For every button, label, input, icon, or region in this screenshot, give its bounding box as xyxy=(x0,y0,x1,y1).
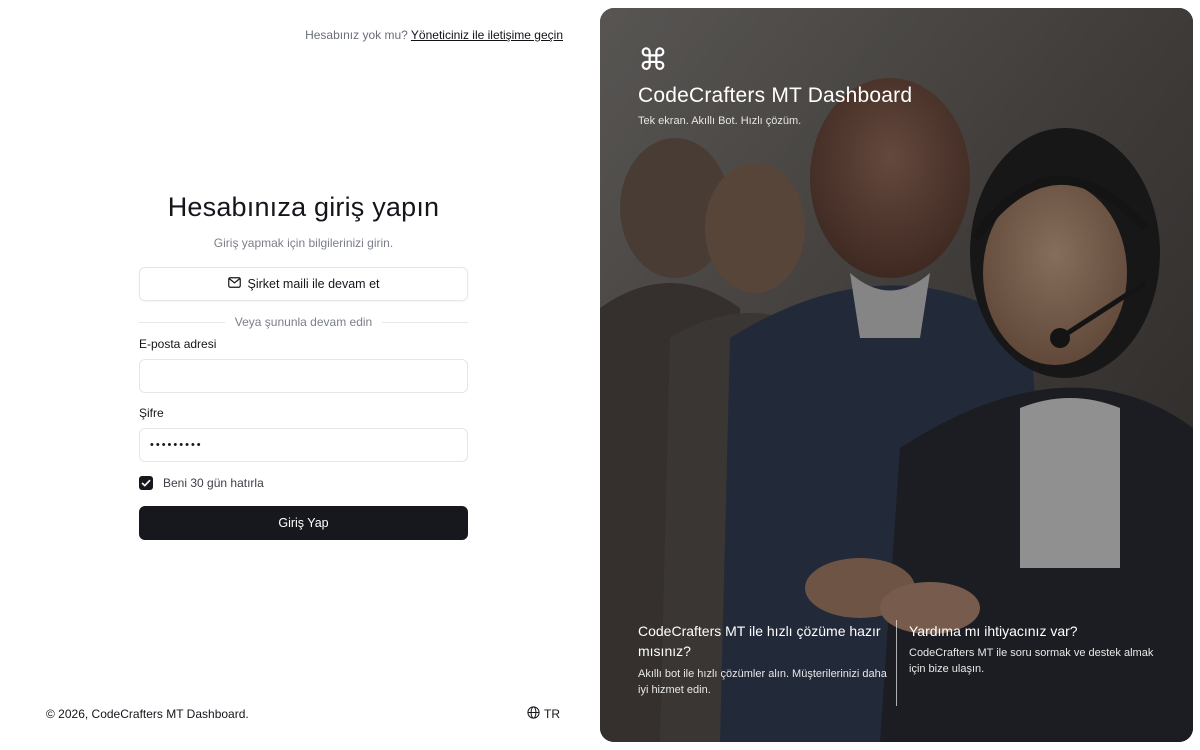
login-button[interactable]: Giriş Yap xyxy=(139,506,468,540)
signup-prompt: Hesabınız yok mu? Yöneticiniz ile iletiş… xyxy=(305,28,563,42)
password-value: ••••••••• xyxy=(150,439,203,451)
copyright-text: © 2026, CodeCrafters MT Dashboard. xyxy=(46,707,249,721)
check-icon xyxy=(141,479,151,487)
password-label: Şifre xyxy=(139,406,164,420)
remember-label: Beni 30 gün hatırla xyxy=(163,476,264,490)
page-subtitle: Giriş yapmak için bilgilerinizi girin. xyxy=(213,236,394,250)
page-title: Hesabınıza giriş yapın xyxy=(167,192,440,222)
cta-description: Akıllı bot ile hızlı çözümler alın. Müşt… xyxy=(638,668,887,696)
divider-line xyxy=(139,321,225,323)
language-label: TR xyxy=(544,707,560,721)
divider-text: Veya şununla devam edin xyxy=(234,315,373,329)
hero-brand: ⌘ CodeCrafters MT Dashboard Tek ekran. A… xyxy=(638,43,913,128)
remember-me: Beni 30 gün hatırla xyxy=(139,476,468,490)
command-icon: ⌘ xyxy=(638,43,668,78)
login-form: Hesabınıza giriş yapın Giriş yapmak için… xyxy=(139,192,468,540)
cta-block: CodeCrafters MT ile hızlı çözüme hazır m… xyxy=(638,621,888,698)
mail-icon xyxy=(227,277,241,291)
vertical-divider xyxy=(896,620,897,706)
login-panel: Hesabınız yok mu? Yöneticiniz ile iletiş… xyxy=(0,0,600,750)
or-divider: Veya şununla devam edin xyxy=(139,315,468,329)
company-mail-button[interactable]: Şirket maili ile devam et xyxy=(139,267,468,301)
remember-checkbox[interactable] xyxy=(139,476,153,490)
brand-tagline: Tek ekran. Akıllı Bot. Hızlı çözüm. xyxy=(638,115,802,127)
email-label: E-posta adresi xyxy=(139,337,217,351)
globe-icon xyxy=(527,706,540,722)
hero-panel: ⌘ CodeCrafters MT Dashboard Tek ekran. A… xyxy=(600,8,1193,742)
language-selector[interactable]: TR xyxy=(527,706,560,722)
divider-line xyxy=(382,321,468,323)
password-field[interactable]: ••••••••• xyxy=(139,428,468,462)
no-account-text: Hesabınız yok mu? xyxy=(305,28,408,42)
help-title: Yardıma mı ihtiyacınız var? xyxy=(909,623,1078,639)
help-description: CodeCrafters MT ile soru sormak ve deste… xyxy=(909,647,1154,675)
cta-title: CodeCrafters MT ile hızlı çözüme hazır m… xyxy=(638,623,881,659)
brand-name: CodeCrafters MT Dashboard xyxy=(638,84,913,107)
contact-admin-link[interactable]: Yöneticiniz ile iletişime geçin xyxy=(411,28,563,42)
company-mail-button-label: Şirket maili ile devam et xyxy=(247,277,380,291)
email-field[interactable] xyxy=(139,359,468,393)
help-block: Yardıma mı ihtiyacınız var? CodeCrafters… xyxy=(909,621,1154,677)
